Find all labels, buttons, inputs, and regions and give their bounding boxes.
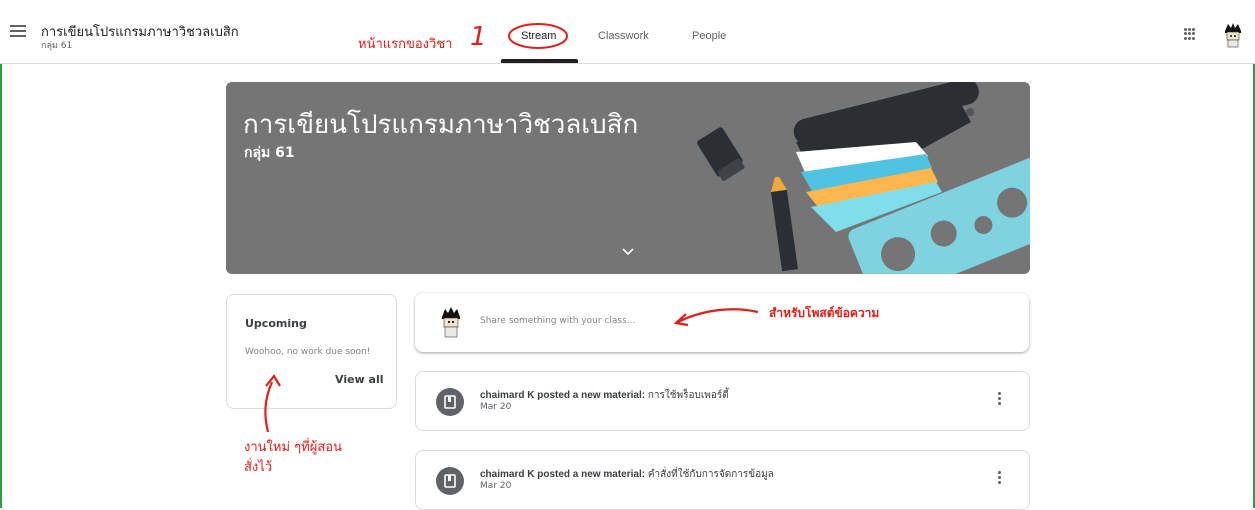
post-topic: การใช้พร็อบเพอร์ตี้ (647, 390, 729, 401)
annotation-arrow-share (673, 308, 759, 327)
annotation-arrow-upcoming (264, 374, 281, 433)
banner-title: การเขียนโปรแกรมภาษาวิชวลเบสิก (243, 110, 639, 140)
banner-subtitle: กลุ่ม 61 (244, 145, 295, 161)
menu-icon[interactable] (10, 25, 26, 37)
upcoming-text: Woohoo, no work due soon! (245, 347, 371, 357)
share-input[interactable]: Share something with your class... (480, 316, 635, 326)
chevron-down-icon[interactable] (622, 248, 634, 256)
more-vert-icon[interactable] (998, 471, 1002, 486)
post-title: chaimard K posted a new material: การใช้… (480, 388, 729, 403)
avatar (442, 307, 460, 338)
stream-post[interactable]: chaimard K posted a new material: คำสั่ง… (415, 450, 1030, 510)
tab-people[interactable]: People (692, 30, 726, 42)
post-date: Mar 20 (480, 402, 512, 412)
post-title: chaimard K posted a new material: คำสั่ง… (480, 467, 774, 482)
stream-post[interactable]: chaimard K posted a new material: การใช้… (415, 371, 1030, 431)
upcoming-title: Upcoming (245, 317, 307, 330)
avatar[interactable] (1222, 22, 1244, 48)
view-all-link[interactable]: View all (335, 373, 384, 386)
class-banner: การเขียนโปรแกรมภาษาวิชวลเบสิก กลุ่ม 61 (226, 82, 1030, 274)
tab-classwork[interactable]: Classwork (598, 30, 649, 42)
annotation-upcoming-line1: งานใหม่ ๆที่ผู้สอน (244, 440, 342, 455)
top-app-bar: การเขียนโปรแกรมภาษาวิชวลเบสิก กลุ่ม 61 S… (0, 0, 1255, 64)
annotation-home-label: หน้าแรกของวิชา (358, 37, 453, 52)
annotation-post-hint: สำหรับโพสต์ข้อความ (769, 306, 880, 320)
apps-icon[interactable] (1184, 28, 1196, 40)
annotation-circle (508, 23, 568, 49)
material-icon (436, 467, 464, 495)
post-author-action: chaimard K posted a new material: (480, 390, 646, 401)
post-author-action: chaimard K posted a new material: (480, 469, 646, 480)
material-icon (436, 388, 464, 416)
annotation-number: 1 (470, 22, 487, 52)
post-topic: คำสั่งที่ใช้กับการจัดการข้อมูล (647, 469, 774, 480)
upcoming-card: Upcoming Woohoo, no work due soon! View … (226, 294, 397, 409)
annotation-upcoming-line2: สั่งไว้ (244, 460, 273, 475)
class-section: กลุ่ม 61 (41, 41, 73, 51)
more-vert-icon[interactable] (998, 392, 1002, 407)
active-tab-indicator (501, 59, 578, 63)
post-date: Mar 20 (480, 481, 512, 491)
